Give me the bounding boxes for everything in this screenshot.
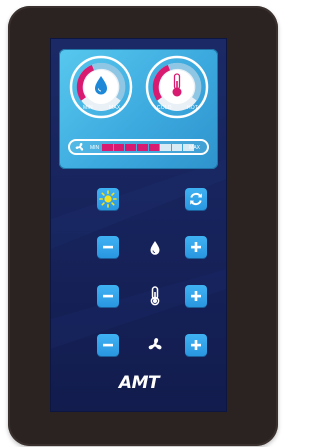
temperature-decrease-button[interactable] [97,285,119,307]
minus-icon [103,294,113,298]
fan-increase-button[interactable] [185,334,207,356]
control-panel: MIN MAX COLD HOT MIN MAX AMT [50,38,227,412]
fan-speed-segment [171,144,183,151]
sun-icon [99,190,117,208]
temperature-gauge: COLD HOT [145,55,209,119]
fan-speed-segment [160,144,171,151]
humidity-gauge: MIN MAX [69,55,133,119]
plus-icon [191,340,201,350]
temperature-max-label: HOT [187,105,199,111]
fan-speed-bar: MIN MAX [68,139,209,155]
water-drop-icon [95,76,107,95]
brand-logo: AMT [118,373,160,393]
fan-speed-segment [136,144,148,151]
water-drop-icon [150,241,160,255]
humidity-decrease-button[interactable] [97,236,119,258]
temperature-min-label: COLD [157,105,172,111]
plus-icon [191,291,201,301]
fan-decrease-button[interactable] [97,334,119,356]
fan-icon [75,143,84,151]
temperature-increase-button[interactable] [185,285,207,307]
refresh-icon [190,192,202,206]
light-button[interactable] [97,188,119,210]
fan-speed-segment [125,144,136,151]
fan-speed-segments [102,144,194,151]
humidity-min-label: MIN [83,105,93,111]
humidity-increase-button[interactable] [185,236,207,258]
minus-icon [103,343,113,347]
cycle-button[interactable] [185,188,207,210]
fan-speed-segment [113,144,125,151]
plus-icon [191,242,201,252]
fan-icon [148,338,162,350]
fan-speed-segment [102,144,113,151]
fan-speed-segment [148,144,160,151]
display-screen: MIN MAX COLD HOT MIN MAX [59,49,218,169]
thermometer-icon [172,73,182,97]
minus-icon [103,245,113,249]
thermometer-icon [150,286,160,306]
fan-min-label: MIN [90,144,100,151]
fan-max-label: MAX [189,144,200,151]
humidity-max-label: MAX [109,105,121,111]
